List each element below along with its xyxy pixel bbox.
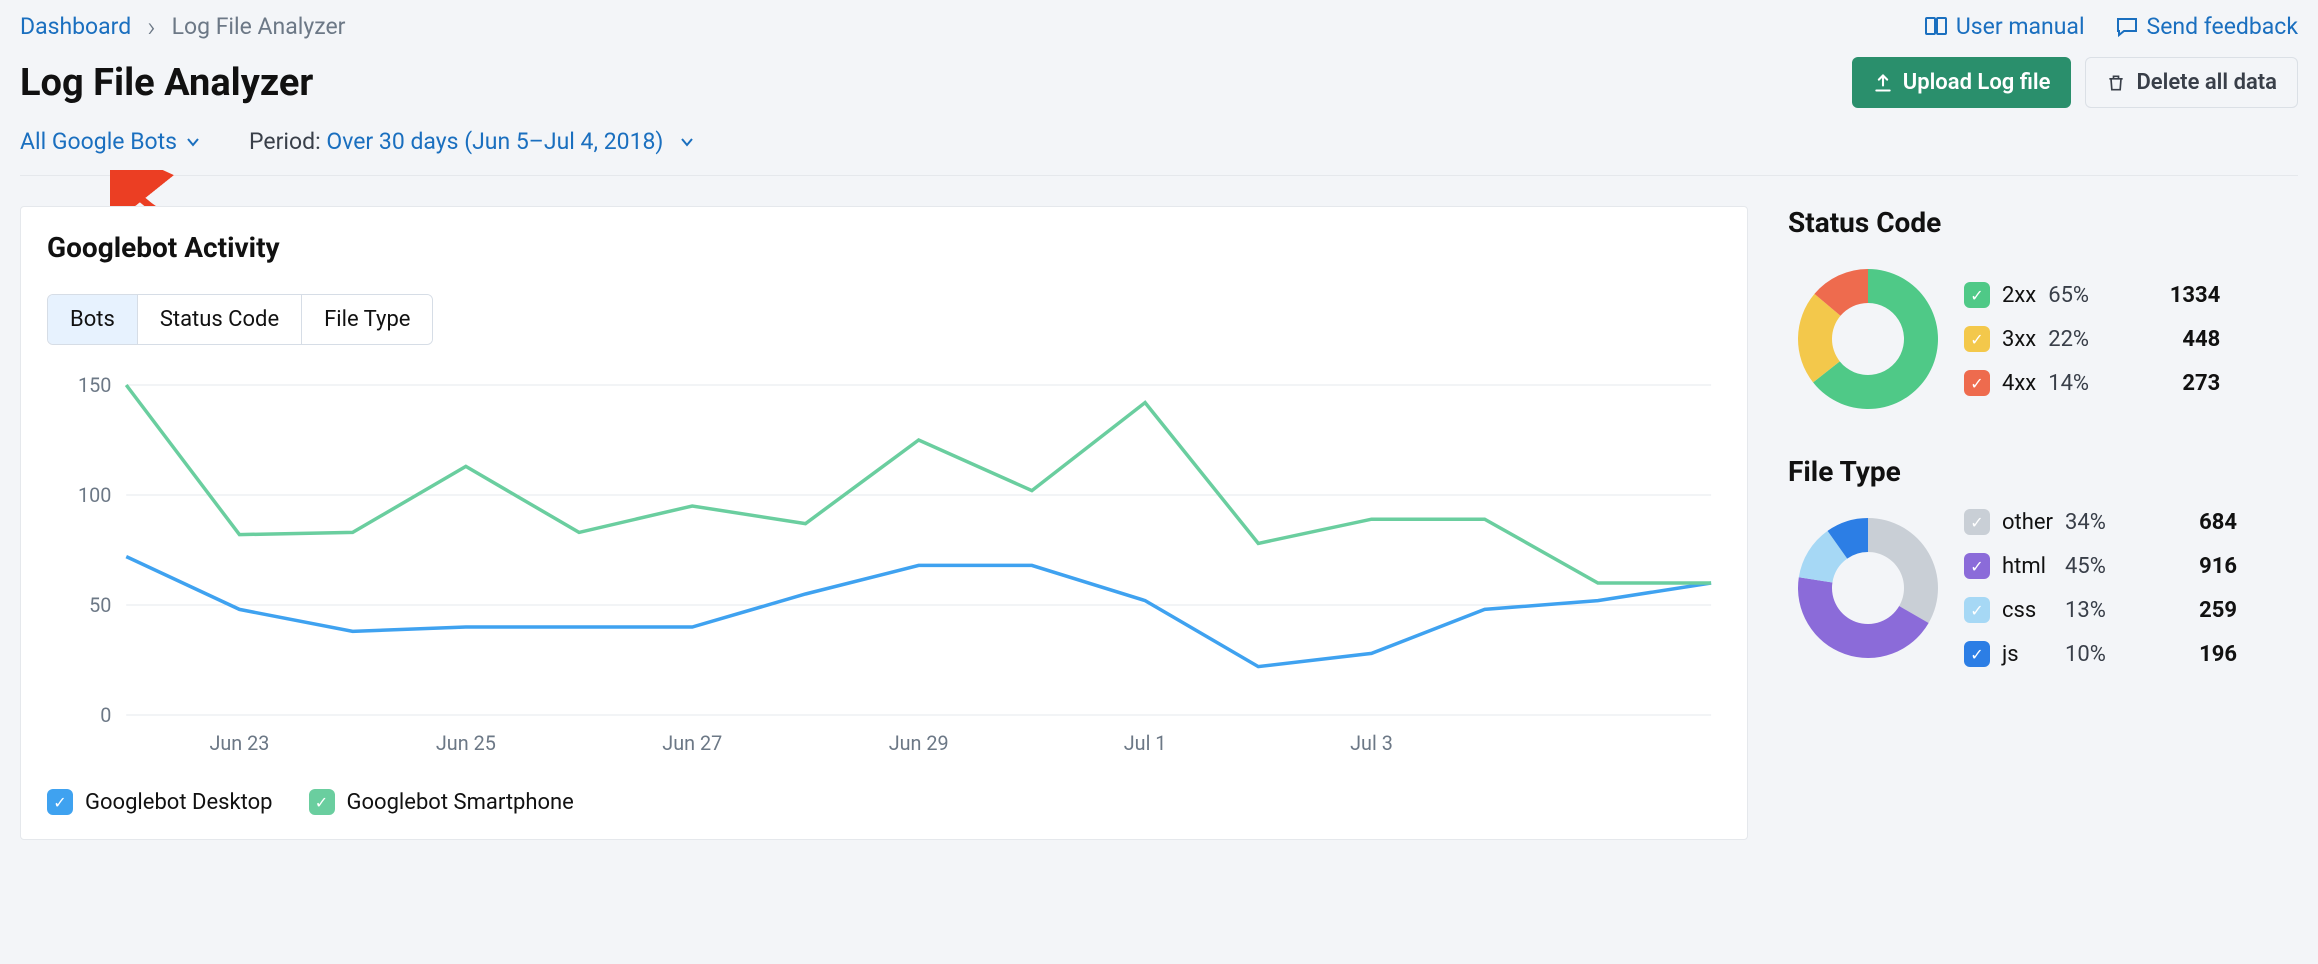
side-title: Status Code (1788, 206, 2298, 239)
googlebot-activity-card: Googlebot Activity Bots Status Code File… (20, 206, 1748, 840)
svg-text:Jun 27: Jun 27 (662, 732, 722, 755)
tab-file-type[interactable]: File Type (302, 295, 432, 344)
checkbox-icon: ✓ (1964, 509, 1990, 535)
legend-row[interactable]: ✓ 2xx 65% 1334 (1964, 282, 2220, 308)
checkbox-icon: ✓ (47, 789, 73, 815)
book-icon (1924, 15, 1948, 39)
legend-row[interactable]: ✓ other 34% 684 (1964, 509, 2237, 535)
user-manual-link[interactable]: User manual (1924, 13, 2085, 40)
legend-row[interactable]: ✓ js 10% 196 (1964, 641, 2237, 667)
checkbox-icon: ✓ (1964, 641, 1990, 667)
send-feedback-link[interactable]: Send feedback (2115, 13, 2298, 40)
checkbox-icon: ✓ (309, 789, 335, 815)
checkbox-icon: ✓ (1964, 326, 1990, 352)
svg-text:Jun 23: Jun 23 (209, 732, 269, 755)
svg-text:100: 100 (78, 484, 111, 507)
upload-icon (1873, 73, 1893, 93)
period-filter: Period: Over 30 days (Jun 5–Jul 4, 2018) (249, 128, 695, 155)
trash-icon (2106, 73, 2126, 93)
chevron-down-icon (185, 134, 201, 150)
legend-item[interactable]: ✓ Googlebot Smartphone (309, 789, 574, 815)
breadcrumb: Dashboard › Log File Analyzer (20, 10, 345, 43)
svg-text:Jun 29: Jun 29 (889, 732, 949, 755)
file-type-panel: File Type ✓ other 34% 684 ✓ html 45% 916… (1788, 455, 2298, 668)
svg-text:50: 50 (89, 594, 111, 617)
page-title: Log File Analyzer (20, 61, 313, 105)
chat-icon (2115, 15, 2139, 39)
delete-all-data-button[interactable]: Delete all data (2085, 57, 2298, 108)
svg-text:Jun 25: Jun 25 (436, 732, 496, 755)
tab-bar: Bots Status Code File Type (47, 294, 433, 345)
checkbox-icon: ✓ (1964, 597, 1990, 623)
svg-text:0: 0 (100, 704, 111, 727)
activity-line-chart: 0 50 100 150 Jun 23 Jun 25 Jun 27 Jun 29 Jul 1 Ju… (47, 375, 1721, 765)
chevron-down-icon (679, 134, 695, 150)
file-type-donut-chart (1788, 508, 1948, 668)
checkbox-icon: ✓ (1964, 370, 1990, 396)
svg-text:Jul 3: Jul 3 (1350, 732, 1393, 755)
legend-item[interactable]: ✓ Googlebot Desktop (47, 789, 273, 815)
breadcrumb-current: Log File Analyzer (172, 13, 346, 40)
chart-legend: ✓ Googlebot Desktop ✓ Googlebot Smartpho… (47, 789, 1721, 815)
status-code-donut-chart (1788, 259, 1948, 419)
svg-text:150: 150 (78, 375, 111, 397)
chevron-right-icon: › (147, 10, 155, 43)
section-title: Googlebot Activity (47, 231, 1721, 264)
svg-text:Jul 1: Jul 1 (1124, 732, 1167, 755)
legend-row[interactable]: ✓ css 13% 259 (1964, 597, 2237, 623)
breadcrumb-root[interactable]: Dashboard (20, 13, 131, 40)
checkbox-icon: ✓ (1964, 282, 1990, 308)
tab-status-code[interactable]: Status Code (138, 295, 302, 344)
legend-row[interactable]: ✓ 4xx 14% 273 (1964, 370, 2220, 396)
legend-row[interactable]: ✓ html 45% 916 (1964, 553, 2237, 579)
period-filter-dropdown[interactable]: Over 30 days (Jun 5–Jul 4, 2018) (326, 128, 695, 155)
status-code-panel: Status Code ✓ 2xx 65% 1334 ✓ 3xx 22% 448… (1788, 206, 2298, 419)
tab-bots[interactable]: Bots (48, 295, 138, 344)
upload-log-file-button[interactable]: Upload Log file (1852, 57, 2072, 108)
legend-row[interactable]: ✓ 3xx 22% 448 (1964, 326, 2220, 352)
side-title: File Type (1788, 455, 2298, 488)
bots-filter-dropdown[interactable]: All Google Bots (20, 128, 201, 155)
checkbox-icon: ✓ (1964, 553, 1990, 579)
